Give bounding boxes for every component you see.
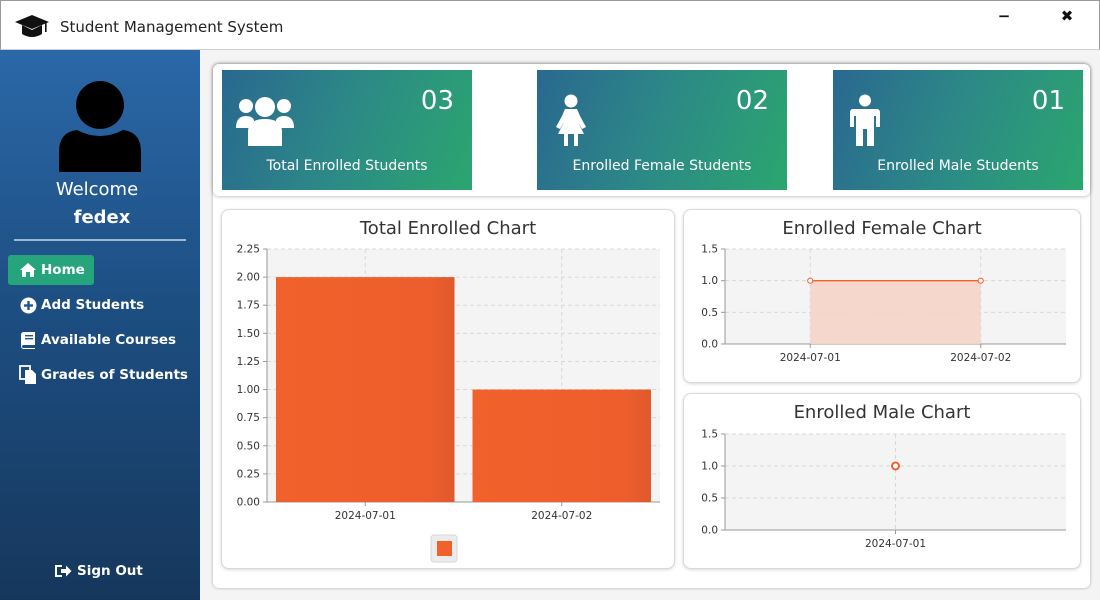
- male-icon: [850, 94, 880, 146]
- sidebar-item-label: Available Courses: [41, 332, 177, 348]
- male-students-count: 01: [1031, 86, 1065, 116]
- close-button[interactable]: ✖: [1056, 7, 1078, 25]
- documents-icon: [18, 365, 38, 384]
- minimize-button[interactable]: −: [993, 7, 1015, 25]
- sidebar-item-label: Home: [41, 262, 85, 278]
- male-chart-panel: Enrolled Male Chart: [683, 393, 1081, 569]
- total-enrolled-chart-panel: Total Enrolled Chart: [221, 209, 675, 569]
- chart-title: Enrolled Male Chart: [793, 402, 971, 423]
- welcome-text: Welcome: [55, 179, 139, 200]
- sidebar-item-add-students[interactable]: Add Students: [8, 290, 144, 320]
- female-students-count: 02: [735, 86, 769, 116]
- female-students-label: Enrolled Female Students: [572, 158, 752, 174]
- plus-circle-icon: [18, 296, 38, 314]
- graduation-cap-icon: [15, 15, 49, 37]
- home-icon: [18, 261, 38, 279]
- user-avatar-icon: [59, 81, 141, 172]
- window-titlebar: Student Management System − ✖: [0, 0, 1100, 50]
- total-students-label: Total Enrolled Students: [266, 158, 428, 174]
- male-students-card: 01 Enrolled Male Students: [833, 70, 1083, 190]
- window-title: Student Management System: [60, 18, 284, 36]
- female-icon: [556, 94, 586, 146]
- sign-out-icon: [54, 562, 74, 580]
- sidebar-item-home[interactable]: Home: [8, 255, 94, 285]
- sidebar-divider: [14, 239, 186, 241]
- total-students-count: 03: [420, 86, 454, 116]
- sidebar-item-available-courses[interactable]: Available Courses: [8, 325, 176, 355]
- sidebar-item-grades[interactable]: Grades of Students: [8, 360, 188, 390]
- female-chart-panel: Enrolled Female Chart: [683, 209, 1081, 383]
- sidebar-item-label: Grades of Students: [41, 367, 188, 383]
- total-students-card: 03 Total Enrolled Students: [222, 70, 472, 190]
- username: fedex: [73, 207, 131, 228]
- sign-out-label: Sign Out: [77, 563, 143, 579]
- female-students-card: 02 Enrolled Female Students: [537, 70, 787, 190]
- sidebar-item-label: Add Students: [41, 297, 145, 313]
- chart-title: Enrolled Female Chart: [782, 218, 982, 239]
- sidebar: Welcome fedex Home Add Students Availabl…: [0, 50, 200, 600]
- users-group-icon: [236, 97, 294, 146]
- chart-title: Total Enrolled Chart: [359, 218, 537, 239]
- book-icon: [18, 331, 38, 349]
- male-students-label: Enrolled Male Students: [877, 158, 1039, 174]
- sign-out-button[interactable]: Sign Out: [54, 562, 143, 580]
